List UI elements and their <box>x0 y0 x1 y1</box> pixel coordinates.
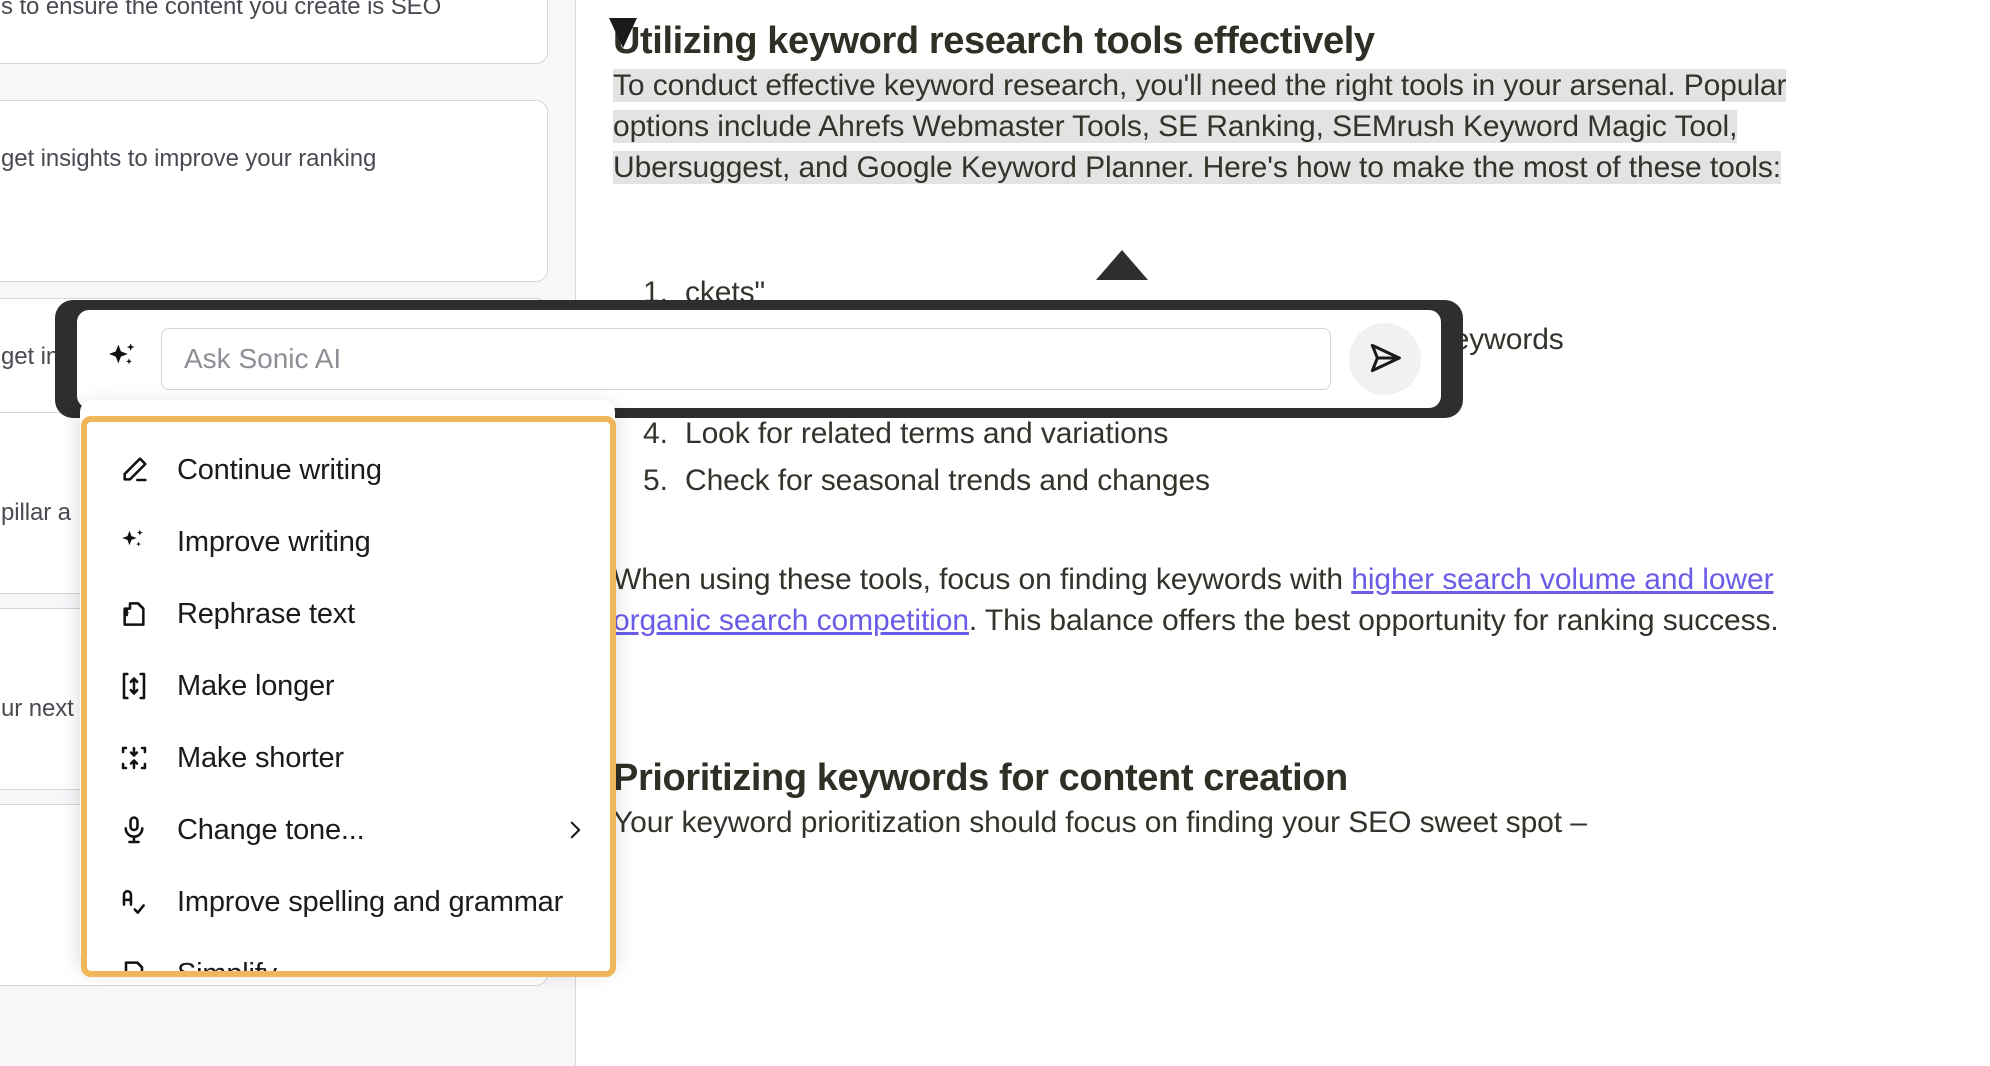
sparkle-icon <box>117 525 151 559</box>
sparkle-icon <box>103 339 143 379</box>
paragraph-selected: To conduct effective keyword research, y… <box>613 65 1853 188</box>
menu-item-make-shorter[interactable]: Make shorter <box>87 722 610 794</box>
ai-actions-menu-list: Continue writing Improve writing Rephras… <box>87 422 610 977</box>
ai-actions-menu: Continue writing Improve writing Rephras… <box>81 416 616 977</box>
menu-item-continue-writing[interactable]: Continue writing <box>87 434 610 506</box>
menu-item-label: Make longer <box>177 669 335 702</box>
page-title: Utilizing keyword research tools effecti… <box>613 20 1375 62</box>
document-pane: Utilizing keyword research tools effecti… <box>577 0 1990 1066</box>
ask-sonic-ai-input[interactable] <box>161 328 1331 390</box>
chevron-right-icon <box>564 819 586 841</box>
section-heading-prioritizing: Prioritizing keywords for content creati… <box>613 757 1348 799</box>
menu-item-label: Make shorter <box>177 741 344 774</box>
pencil-line-icon <box>117 453 151 487</box>
sidebar-card-label: get in <box>1 343 60 370</box>
menu-item-label: Continue writing <box>177 453 382 486</box>
sidebar-card[interactable]: s to ensure the content you create is SE… <box>0 0 548 64</box>
menu-item-label: Rephrase text <box>177 597 355 630</box>
list-item: Check for seasonal trends and changes <box>643 460 1210 501</box>
paragraph-with-link: When using these tools, focus on finding… <box>613 559 1863 641</box>
sidebar-card-label: get insights to improve your ranking <box>1 145 377 172</box>
menu-item-make-longer[interactable]: Make longer <box>87 650 610 722</box>
app-root: s to ensure the content you create is SE… <box>0 0 1990 1066</box>
menu-item-change-tone[interactable]: Change tone... <box>87 794 610 866</box>
menu-item-rephrase-text[interactable]: Rephrase text <box>87 578 610 650</box>
paragraph-text-tail: . This balance offers the best opportuni… <box>968 604 1779 637</box>
spellcheck-icon <box>117 885 151 919</box>
selected-text: To conduct effective keyword research, y… <box>613 69 1787 184</box>
collapse-icon <box>117 741 151 775</box>
menu-item-improve-spelling-and-grammar[interactable]: Improve spelling and grammar <box>87 866 610 938</box>
text-cursor-caret <box>609 18 637 48</box>
menu-item-label: Change tone... <box>177 813 365 846</box>
list-item: Look for related terms and variations <box>643 413 1169 454</box>
send-button[interactable] <box>1349 323 1421 395</box>
sidebar-card-label: ur next <box>1 695 74 722</box>
sidebar-card-label: s to ensure the content you create is SE… <box>1 0 442 20</box>
menu-item-label: Simplify <box>177 957 277 977</box>
microphone-icon <box>117 813 151 847</box>
menu-item-simplify[interactable]: Simplify <box>87 938 610 977</box>
paragraph-prioritization: Your keyword prioritization should focus… <box>613 806 1587 839</box>
file-icon <box>117 957 151 971</box>
sidebar-card-label: pillar a <box>1 499 71 526</box>
send-icon <box>1366 339 1404 380</box>
sidebar-card[interactable]: get insights to improve your ranking <box>0 100 548 282</box>
menu-item-label: Improve writing <box>177 525 371 558</box>
menu-item-improve-writing[interactable]: Improve writing <box>87 506 610 578</box>
file-refresh-icon <box>117 597 151 631</box>
ask-sonic-ai-inner <box>77 310 1441 408</box>
paragraph-text-lead: When using these tools, focus on finding… <box>613 563 1352 596</box>
menu-item-label: Improve spelling and grammar <box>177 885 564 918</box>
expand-vertical-icon <box>117 669 151 703</box>
